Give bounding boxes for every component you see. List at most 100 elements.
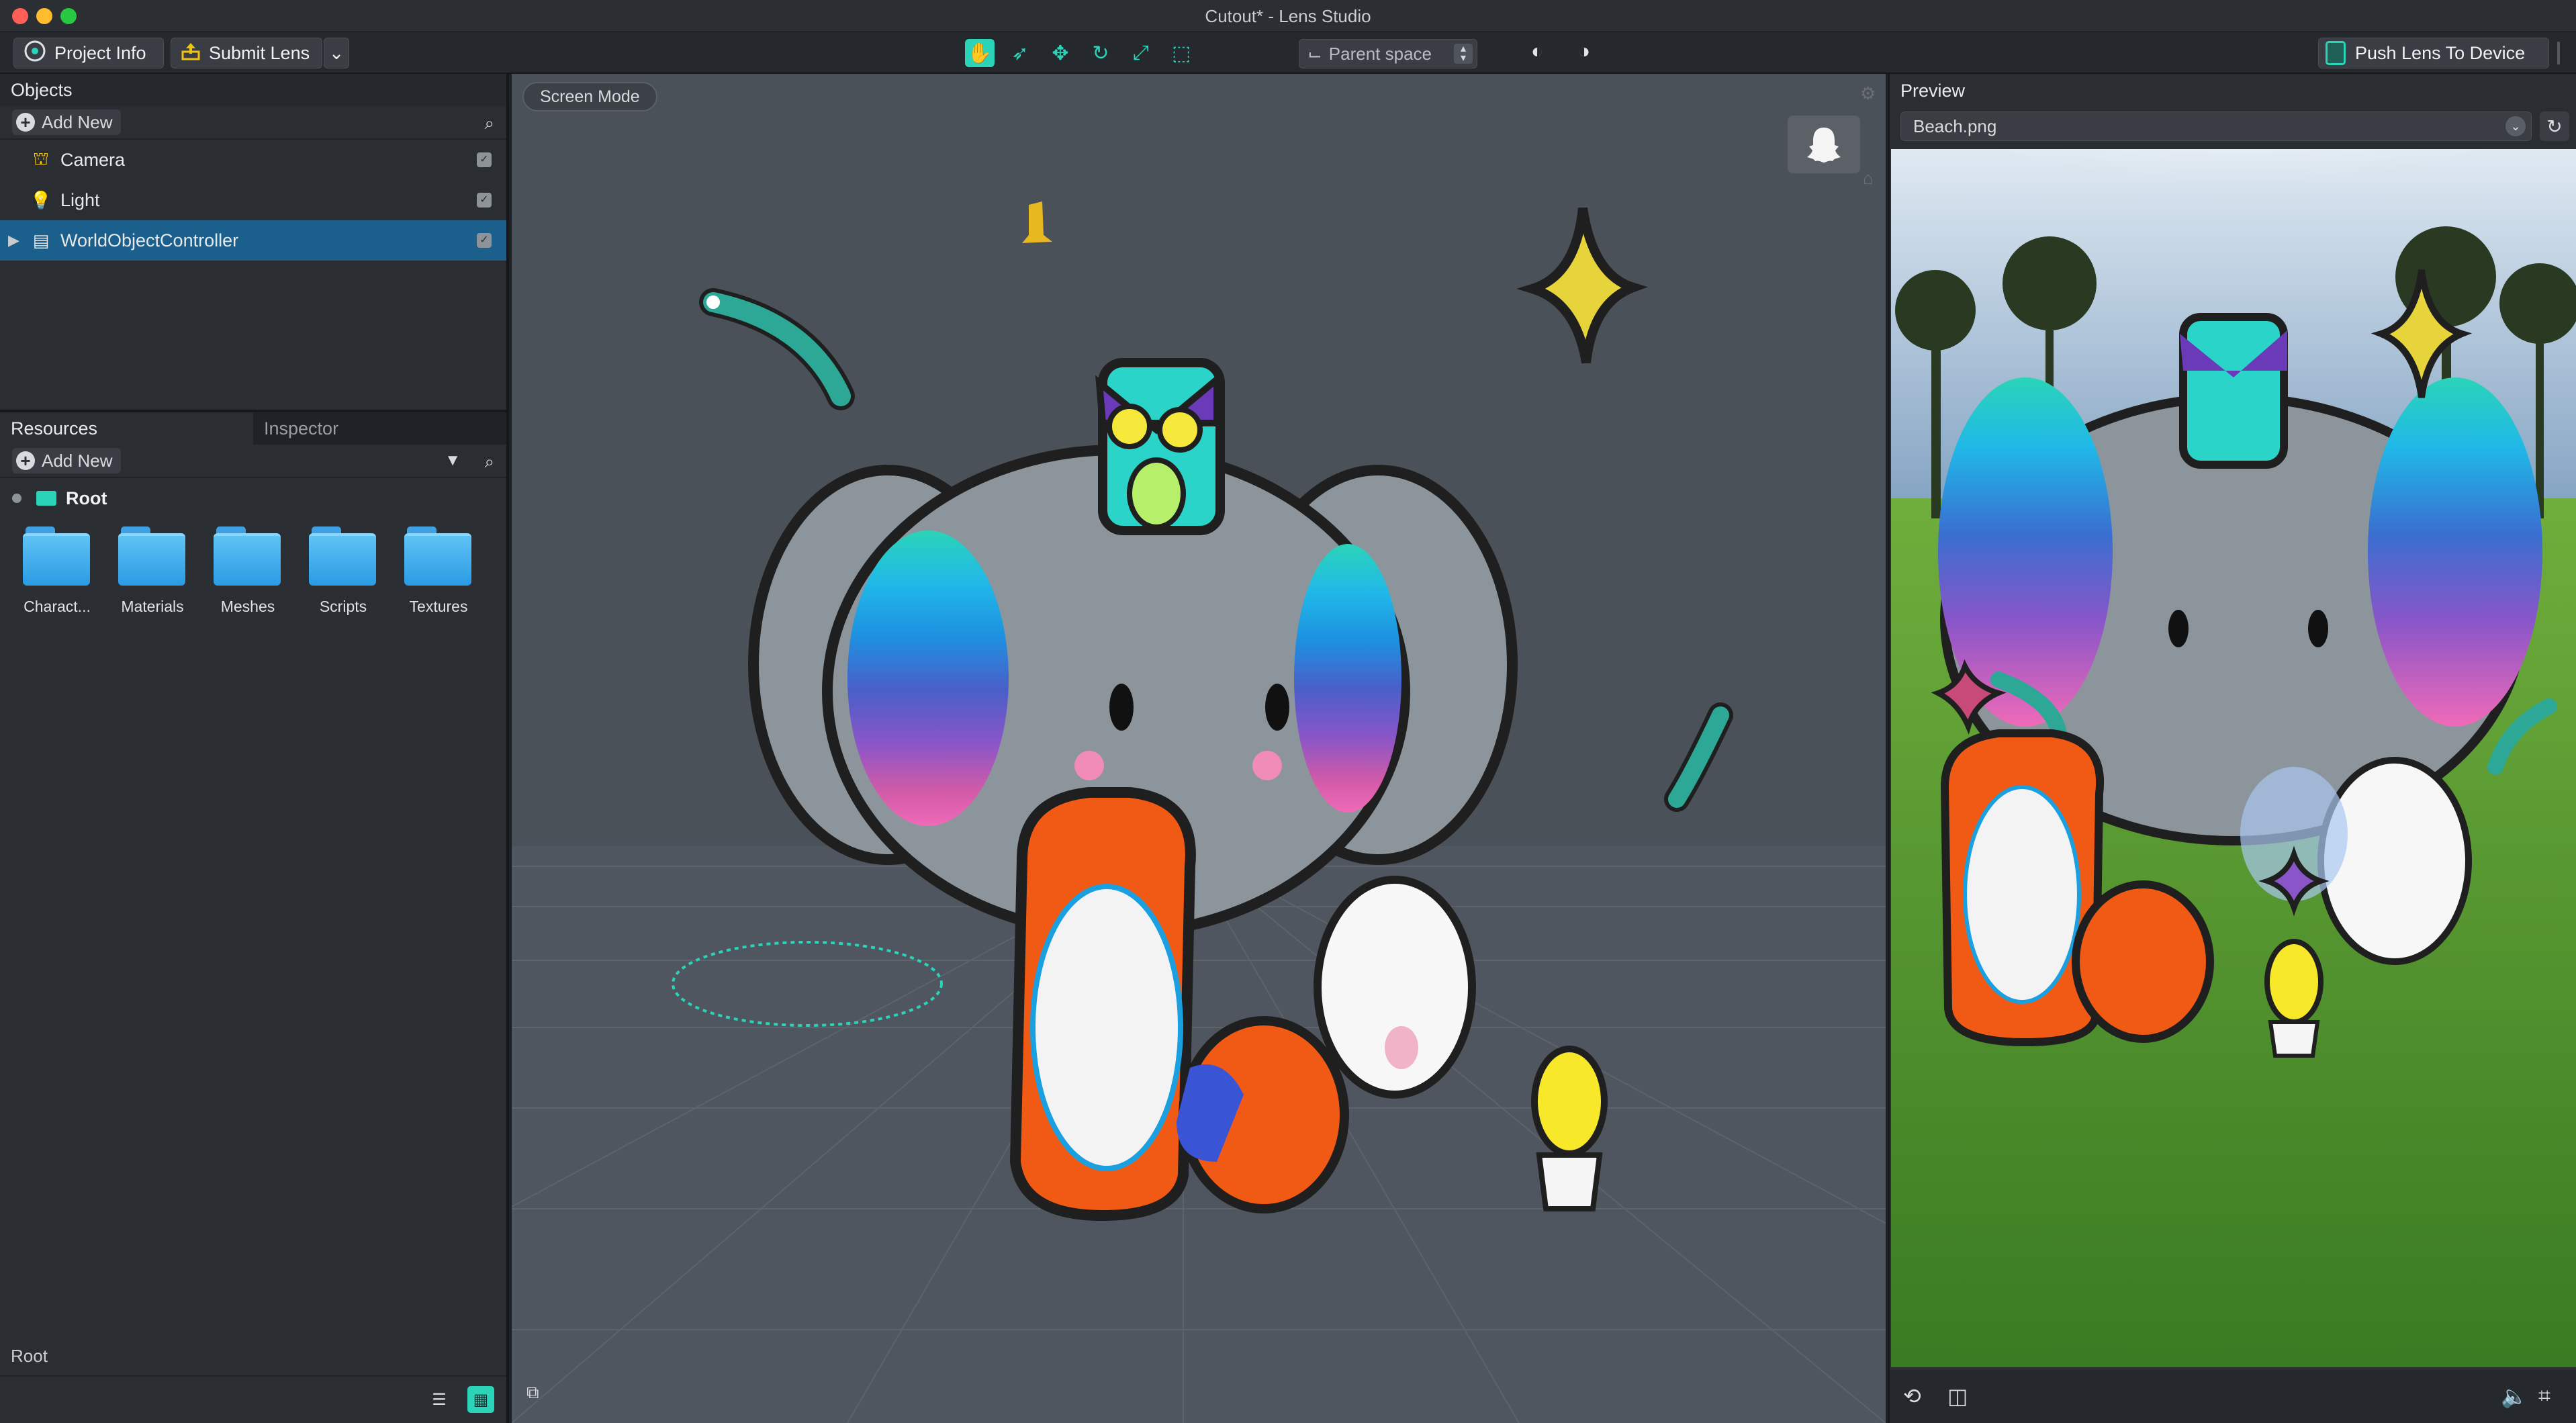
project-info-label: Project Info xyxy=(54,42,146,63)
grid-view-button[interactable]: ▦ xyxy=(467,1386,494,1413)
search-icon[interactable]: ⌕ xyxy=(484,113,494,134)
chevron-down-icon: ⌄ xyxy=(2505,116,2526,136)
preview-title: Preview xyxy=(1900,80,1966,101)
resources-panel: Resources Inspector + Add New ▼ ⌕ Root C… xyxy=(0,412,506,616)
phone-icon xyxy=(2326,41,2346,65)
folder-textures[interactable]: Textures xyxy=(391,526,486,616)
root-folder-row[interactable]: Root xyxy=(0,478,506,518)
rect-transform-icon: ⬚ xyxy=(1171,42,1191,64)
folder-meshes[interactable]: Meshes xyxy=(200,526,295,616)
main-toolbar: Project Info Submit Lens ⌄ ✋ ➶ ✥ ↻ ⤢ ⬚ ⌙… xyxy=(0,32,2576,74)
preview-image-value: Beach.png xyxy=(1913,116,1997,136)
folder-label: Textures xyxy=(409,598,468,615)
enabled-checkbox[interactable]: ✓ xyxy=(477,193,492,208)
objects-panel: Objects + Add New ⌕ ⛫ Camera ✓ 💡 Light ✓… xyxy=(0,74,506,412)
project-info-button[interactable]: Project Info xyxy=(13,38,164,68)
tab-inspector[interactable]: Inspector xyxy=(253,412,506,445)
chevron-down-icon: ⌄ xyxy=(328,42,344,63)
stepper-icon[interactable]: ▴ ▾ xyxy=(1454,44,1473,64)
script-icon: ▤ xyxy=(32,230,50,250)
toolbar-divider xyxy=(2557,42,2560,64)
folder-characters[interactable]: Charact... xyxy=(9,526,105,616)
push-lens-to-device-button[interactable]: Push Lens To Device xyxy=(2318,38,2549,68)
scale-tool-button[interactable]: ⤢ xyxy=(1126,39,1156,67)
gear-icon[interactable]: ⚙ xyxy=(1860,83,1876,104)
screen-mode-button[interactable]: Screen Mode xyxy=(522,82,657,111)
object-label: Light xyxy=(60,189,100,210)
folder-label: Charact... xyxy=(24,598,91,615)
resources-toolbar: + Add New ▼ ⌕ xyxy=(0,445,506,478)
snapchat-camera-button[interactable] xyxy=(1788,116,1860,173)
rotate-icon: ↻ xyxy=(1092,42,1109,64)
plus-icon: + xyxy=(16,113,35,132)
parent-space-select[interactable]: ⌙ Parent space ▴ ▾ xyxy=(1299,39,1477,68)
bullet-icon xyxy=(12,494,21,503)
rect-tool-button[interactable]: ⬚ xyxy=(1166,39,1196,67)
home-icon[interactable]: ⌂ xyxy=(1863,168,1874,189)
camera-icon: ⛫ xyxy=(33,148,49,169)
collaborate-icon[interactable]: ◐ xyxy=(1531,40,1543,63)
folder-label: Meshes xyxy=(220,598,275,615)
share-icon[interactable]: ◑ xyxy=(1578,40,1590,63)
expand-arrow-icon[interactable]: ▶ xyxy=(8,232,19,249)
scale-icon: ⤢ xyxy=(1133,42,1149,64)
resource-folder-grid: Charact... Materials Meshes Scripts Text… xyxy=(0,518,506,616)
objects-panel-title: Objects xyxy=(0,74,506,106)
hand-tool-button[interactable]: ✋ xyxy=(965,39,995,67)
camera-switch-icon[interactable]: ⟲ xyxy=(1903,1383,1921,1409)
layers-icon[interactable]: ⧉ xyxy=(526,1382,539,1404)
objects-add-new-button[interactable]: + Add New xyxy=(12,109,121,135)
submit-lens-button[interactable]: Submit Lens xyxy=(171,38,322,68)
filter-icon[interactable]: ▼ xyxy=(445,451,461,470)
project-info-icon xyxy=(24,40,46,67)
add-new-label: Add New xyxy=(42,111,113,132)
ghost-icon xyxy=(1807,128,1841,163)
screen-mode-label: Screen Mode xyxy=(540,87,640,106)
crop-icon[interactable]: ⌗ xyxy=(2538,1383,2550,1409)
submit-lens-label: Submit Lens xyxy=(209,42,310,63)
folder-scripts[interactable]: Scripts xyxy=(295,526,391,616)
object-row-camera[interactable]: ⛫ Camera ✓ xyxy=(0,140,506,180)
folder-icon xyxy=(36,491,56,506)
folder-icon xyxy=(23,526,91,586)
object-row-world-object-controller[interactable]: ▶ ▤ WorldObjectController ✓ xyxy=(0,220,506,261)
move-arrows-icon: ✥ xyxy=(1052,42,1069,64)
resources-footer: ☰ ▦ xyxy=(0,1375,506,1423)
folder-icon xyxy=(118,526,187,586)
grid-icon: ▦ xyxy=(473,1390,489,1409)
submit-lens-dropdown-button[interactable]: ⌄ xyxy=(324,38,349,68)
speaker-icon[interactable]: 🔈 xyxy=(2501,1383,2528,1409)
parent-space-label: Parent space xyxy=(1328,43,1432,64)
folder-icon xyxy=(309,526,377,586)
rotate-tool-button[interactable]: ↻ xyxy=(1086,39,1115,67)
panel-icon[interactable]: ◫ xyxy=(1947,1383,1968,1409)
enabled-checkbox[interactable]: ✓ xyxy=(477,152,492,167)
enabled-checkbox[interactable]: ✓ xyxy=(477,233,492,248)
resources-path-label: Root xyxy=(11,1346,48,1366)
search-icon[interactable]: ⌕ xyxy=(484,451,494,473)
root-label: Root xyxy=(66,488,107,508)
hand-icon: ✋ xyxy=(967,42,993,64)
resources-add-new-button[interactable]: + Add New xyxy=(12,448,121,473)
move-tool-button[interactable]: ✥ xyxy=(1046,39,1075,67)
refresh-icon: ↻ xyxy=(2546,116,2563,137)
scene-viewport[interactable]: Screen Mode ⚙ ⌂ ⧉ xyxy=(512,74,1886,1423)
preview-image[interactable] xyxy=(1891,149,2576,1367)
title-bar: Cutout* - Lens Studio xyxy=(0,0,2576,32)
objects-toolbar: + Add New ⌕ xyxy=(0,106,506,140)
add-new-label: Add New xyxy=(42,450,113,471)
folder-label: Scripts xyxy=(319,598,367,615)
object-label: Camera xyxy=(60,149,126,170)
object-row-light[interactable]: 💡 Light ✓ xyxy=(0,180,506,220)
folder-icon xyxy=(214,526,282,586)
refresh-preview-button[interactable]: ↻ xyxy=(2540,111,2569,141)
plus-icon: + xyxy=(16,451,35,470)
light-bulb-icon: 💡 xyxy=(30,189,52,210)
tab-resources[interactable]: Resources xyxy=(0,412,253,445)
preview-panel: Preview Beach.png ⌄ ↻ ⟲ ◫ 🔈 ⌗ xyxy=(1888,74,2576,1423)
list-view-button[interactable]: ☰ xyxy=(426,1386,453,1413)
preview-image-select[interactable]: Beach.png ⌄ xyxy=(1900,111,2532,141)
folder-materials[interactable]: Materials xyxy=(105,526,200,616)
select-tool-button[interactable]: ➶ xyxy=(1005,39,1035,67)
folder-label: Materials xyxy=(121,598,184,615)
